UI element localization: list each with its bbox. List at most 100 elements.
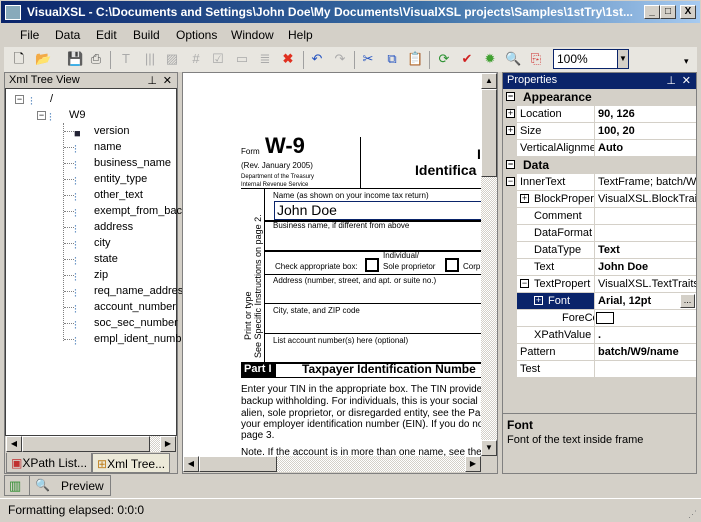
copy-icon[interactable]: ⧉ (384, 51, 400, 67)
refresh-icon[interactable]: ⟳ (436, 51, 452, 67)
barcode-icon[interactable]: ||| (142, 51, 158, 67)
close-icon[interactable]: ✕ (163, 74, 172, 87)
individual-checkbox[interactable] (365, 258, 379, 272)
property-value[interactable] (594, 361, 696, 377)
scroll-left-button[interactable]: ◀ (183, 456, 199, 472)
property-value[interactable]: batch/W9/name (594, 344, 696, 360)
textblock-icon[interactable]: ≣ (257, 51, 273, 67)
close-icon[interactable]: ✕ (682, 74, 691, 87)
property-value[interactable]: 100, 20 (594, 123, 696, 139)
tree-node[interactable]: ⫶ state (74, 251, 118, 268)
pin-icon[interactable]: ⊥ (147, 74, 157, 87)
menu-window[interactable]: Window (231, 28, 274, 42)
property-row[interactable]: Pattern batch/W9/name (503, 344, 696, 361)
property-row[interactable]: VerticalAlignme Auto (503, 140, 696, 157)
name-field[interactable]: John Doe (274, 201, 481, 220)
tree-node[interactable]: ⫶ soc_sec_number (74, 315, 178, 332)
tree-hscrollbar[interactable]: ◀ ▶ (6, 436, 176, 452)
tree-node[interactable]: ⫶ name (74, 139, 122, 156)
property-row[interactable]: Comment (503, 208, 696, 225)
image-icon[interactable]: ▨ (164, 51, 180, 67)
property-row[interactable]: + BlockProper VisualXSL.BlockTraits (503, 191, 696, 208)
validate-icon[interactable]: ✔ (459, 51, 475, 67)
print-icon[interactable]: ⎙ (88, 51, 104, 67)
property-category[interactable]: − Appearance (503, 89, 696, 106)
save-icon[interactable]: 💾 (67, 51, 83, 67)
property-row[interactable]: ForeColo (503, 310, 696, 327)
scroll-thumb[interactable] (481, 89, 497, 177)
tree-node[interactable]: ⫶ req_name_address (74, 283, 189, 300)
scroll-right-button[interactable]: ▶ (465, 456, 481, 472)
build-icon[interactable]: ✹ (482, 51, 498, 67)
tree-node-root[interactable]: ⫶ / (30, 91, 53, 108)
number-icon[interactable]: # (188, 51, 204, 67)
new-icon[interactable]: 🗋 (11, 51, 27, 67)
chevron-down-icon[interactable]: ▼ (617, 50, 628, 68)
property-row[interactable]: + Size 100, 20 (503, 123, 696, 140)
property-row[interactable]: DataType Text (503, 242, 696, 259)
tab-preview[interactable]: Preview (61, 479, 104, 493)
menu-data[interactable]: Data (55, 28, 80, 42)
property-row[interactable]: + Location 90, 126 (503, 106, 696, 123)
scroll-up-button[interactable]: ▲ (481, 73, 497, 89)
menu-options[interactable]: Options (176, 28, 217, 42)
menu-edit[interactable]: Edit (96, 28, 117, 42)
toolbar-overflow-icon[interactable]: ▾ (684, 56, 689, 67)
collapse-icon[interactable]: − (37, 111, 46, 120)
undo-icon[interactable]: ↶ (309, 51, 325, 67)
property-row[interactable]: − InnerText TextFrame; batch/W9 (503, 174, 696, 191)
field-icon[interactable]: ▭ (234, 51, 250, 67)
maximize-button[interactable]: □ (660, 5, 676, 19)
color-swatch[interactable] (596, 312, 614, 324)
app-icon[interactable] (5, 5, 21, 20)
delete-icon[interactable]: ✖ (280, 51, 296, 67)
property-row[interactable]: XPathValue. (503, 327, 696, 344)
tab-xpath-list[interactable]: ▣XPath List... (6, 453, 93, 473)
pdf-icon[interactable]: ⎘ (528, 51, 544, 67)
cut-icon[interactable]: ✂ (360, 51, 376, 67)
doc-vscrollbar[interactable]: ▲ ▼ (481, 73, 497, 456)
property-category[interactable]: − Data (503, 157, 696, 174)
tree-node[interactable]: ⫶ address (74, 219, 133, 236)
tree-node[interactable]: ■ version (74, 123, 129, 140)
property-value[interactable]: Auto (594, 140, 696, 156)
expand-icon[interactable]: + (520, 194, 529, 203)
redo-icon[interactable]: ↷ (332, 51, 348, 67)
property-row[interactable]: Text John Doe (503, 259, 696, 276)
tree-node[interactable]: ⫶ exempt_from_back (74, 203, 188, 220)
tree-node[interactable]: ⫶ empl_ident_numbe (74, 331, 188, 348)
tree-node-w9[interactable]: ⫶ W9 (49, 107, 86, 124)
collapse-icon[interactable]: − (15, 95, 24, 104)
property-value[interactable]: VisualXSL.TextTraits (594, 276, 696, 292)
property-value[interactable]: John Doe (594, 259, 696, 275)
design-icon[interactable]: ▥ (9, 478, 21, 494)
resize-grip-icon[interactable]: ⋰ (688, 509, 697, 520)
tree-node[interactable]: ⫶ business_name (74, 155, 171, 172)
property-row[interactable]: Test (503, 361, 696, 378)
corp-checkbox[interactable] (445, 258, 459, 272)
ellipsis-button[interactable]: ... (680, 294, 695, 308)
tab-xml-tree[interactable]: ⊞Xml Tree... (92, 453, 171, 473)
property-value[interactable]: . (594, 327, 696, 343)
expand-icon[interactable]: + (506, 109, 515, 118)
preview-icon[interactable]: 🔍 (505, 51, 521, 67)
minimize-button[interactable]: _ (644, 5, 660, 19)
close-button[interactable]: X (680, 5, 696, 19)
property-value[interactable]: VisualXSL.BlockTraits (594, 191, 696, 207)
scroll-right-button[interactable]: ▶ (160, 436, 176, 452)
property-row[interactable]: DataFormat (503, 225, 696, 242)
property-value[interactable] (594, 225, 696, 241)
scroll-thumb[interactable] (22, 436, 150, 452)
pin-icon[interactable]: ⊥ (666, 74, 676, 87)
scroll-left-button[interactable]: ◀ (6, 436, 22, 452)
property-value[interactable] (594, 208, 696, 224)
property-row[interactable]: + Font Arial, 12pt... (503, 293, 696, 310)
expand-icon[interactable]: + (506, 126, 515, 135)
menu-build[interactable]: Build (133, 28, 160, 42)
collapse-icon[interactable]: − (506, 160, 515, 169)
scroll-thumb[interactable] (199, 456, 277, 472)
tree-node[interactable]: ⫶ city (74, 235, 111, 252)
collapse-icon[interactable]: − (506, 92, 515, 101)
text-frame-icon[interactable]: T (118, 51, 134, 67)
menu-file[interactable]: File (20, 28, 39, 42)
